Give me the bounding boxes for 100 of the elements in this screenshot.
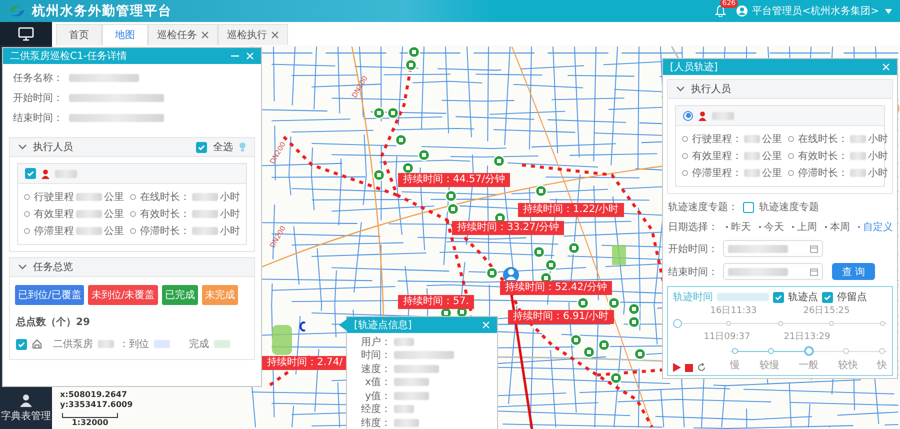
map-marker-icon[interactable] xyxy=(628,302,640,316)
scale-label: 1:32000 xyxy=(72,418,108,428)
refresh-icon[interactable] xyxy=(697,363,706,372)
user-icon[interactable] xyxy=(736,5,748,17)
map-marker-icon[interactable] xyxy=(372,106,386,120)
date-option[interactable]: 昨天 xyxy=(726,220,751,234)
close-icon[interactable] xyxy=(201,31,209,39)
caret-icon[interactable] xyxy=(885,8,892,14)
timeline-thumb[interactable] xyxy=(673,319,682,328)
blurred-text xyxy=(850,152,866,160)
map-marker-icon[interactable] xyxy=(544,258,558,272)
radio-button[interactable] xyxy=(683,110,693,120)
blurred-text xyxy=(394,392,429,400)
map-marker-icon[interactable] xyxy=(492,154,506,168)
map-marker-icon[interactable] xyxy=(444,190,458,202)
speed-option[interactable]: 较慢 xyxy=(759,358,780,372)
start-time-field[interactable] xyxy=(723,240,823,257)
duration-label: 持续时间：2.74/ xyxy=(262,356,348,370)
field-label: 结束时间： xyxy=(13,112,63,125)
map-marker-icon[interactable] xyxy=(634,348,646,360)
status-filter-button[interactable]: 已到位/已覆盖 xyxy=(15,285,84,305)
stat-unit: 公里 xyxy=(762,133,782,146)
tab[interactable]: 巡检执行 xyxy=(218,24,288,45)
status-filter-button[interactable]: 未完成 xyxy=(202,285,238,305)
speed-option[interactable]: 较快 xyxy=(838,358,858,372)
map-marker-icon[interactable] xyxy=(534,184,548,198)
bullet-icon xyxy=(130,228,136,234)
map-marker-icon[interactable] xyxy=(610,372,622,384)
sidebar-item[interactable]: 字典表管理 xyxy=(0,391,52,429)
monitor-icon[interactable] xyxy=(18,26,34,40)
checkbox[interactable] xyxy=(196,142,207,152)
speed-topic-label: 轨迹速度专题： xyxy=(668,200,738,214)
field-label: 经度： xyxy=(360,402,391,416)
checkbox[interactable] xyxy=(743,202,754,212)
stat-unit: 小时 xyxy=(220,224,240,238)
tab[interactable]: 首页 xyxy=(56,24,102,45)
speed-stop[interactable] xyxy=(804,346,814,356)
speed-stop[interactable] xyxy=(768,348,774,354)
date-option[interactable]: 上周 xyxy=(792,220,817,234)
blurred-text xyxy=(712,112,734,120)
end-time-field[interactable] xyxy=(723,263,823,280)
chevron-icon[interactable] xyxy=(676,86,685,92)
query-button[interactable]: 查 询 xyxy=(832,263,876,280)
map-marker-icon[interactable] xyxy=(408,46,420,58)
timeline-tick: 11日09:37 xyxy=(704,331,750,343)
map-marker-icon[interactable] xyxy=(576,296,590,310)
map-marker-icon[interactable] xyxy=(568,242,580,254)
map-marker-icon[interactable] xyxy=(402,162,414,174)
speed-stop[interactable] xyxy=(732,348,738,354)
date-option[interactable]: 自定义 xyxy=(858,220,893,234)
speed-topic-option[interactable]: 轨迹速度专题 xyxy=(759,200,819,214)
track-point-icon[interactable] xyxy=(300,322,306,332)
checkbox[interactable] xyxy=(773,292,784,302)
speed-option[interactable]: 快 xyxy=(877,358,887,372)
map-marker-icon[interactable] xyxy=(598,338,610,352)
map-marker-icon[interactable] xyxy=(418,148,430,162)
chevron-icon[interactable] xyxy=(18,264,27,270)
checkbox[interactable] xyxy=(25,168,36,179)
map-marker-icon[interactable] xyxy=(372,168,386,182)
blurred-text xyxy=(394,418,419,427)
date-label: 日期选择： xyxy=(668,220,718,234)
field-label: x值： xyxy=(364,376,391,390)
map-marker-icon[interactable] xyxy=(570,334,582,346)
map-marker-icon[interactable] xyxy=(404,58,418,72)
speed-option[interactable]: 慢 xyxy=(730,358,740,372)
dialog-title: [人员轨迹] xyxy=(670,60,719,74)
stat-label: 有效时长： xyxy=(140,208,190,221)
user-name[interactable]: 平台管理员<杭州水务集团> xyxy=(752,4,879,18)
map-marker-icon[interactable] xyxy=(386,106,400,120)
map-marker-icon[interactable] xyxy=(394,134,408,146)
close-icon[interactable] xyxy=(271,31,279,39)
person-icon xyxy=(19,393,33,407)
date-option[interactable]: 本周 xyxy=(825,220,850,234)
blurred-text xyxy=(154,340,170,348)
stat-unit: 小时 xyxy=(868,150,888,163)
calendar-icon[interactable] xyxy=(810,244,818,252)
play-icon[interactable] xyxy=(673,363,681,372)
scale-bar xyxy=(62,413,118,418)
map-marker-icon[interactable] xyxy=(608,296,620,310)
status-filter-button[interactable]: 已完成 xyxy=(162,285,198,305)
calendar-icon[interactable] xyxy=(810,268,818,276)
stat-unit: 公里 xyxy=(104,208,124,221)
status-filter-button[interactable]: 未到位/未覆盖 xyxy=(88,285,158,305)
bell-icon[interactable] xyxy=(715,5,726,17)
map-marker-icon[interactable] xyxy=(532,246,546,258)
bullet-icon xyxy=(682,153,688,159)
blurred-text xyxy=(214,340,230,348)
map-marker-icon[interactable] xyxy=(486,266,498,280)
tab[interactable]: 巡检任务 xyxy=(148,24,218,45)
speed-option[interactable]: 一般 xyxy=(798,358,818,372)
bullet-icon xyxy=(130,194,136,200)
duration-label: 持续时间：33.27/分钟 xyxy=(452,221,564,235)
checkbox[interactable] xyxy=(16,338,27,350)
checkbox[interactable] xyxy=(822,292,833,302)
date-option[interactable]: 今天 xyxy=(759,220,784,234)
map-marker-icon[interactable] xyxy=(446,202,460,216)
chevron-icon[interactable] xyxy=(18,144,27,150)
tab[interactable]: 地图 xyxy=(102,24,148,45)
map-marker-icon[interactable] xyxy=(582,346,596,358)
select-all-label: 全选 xyxy=(213,140,233,154)
